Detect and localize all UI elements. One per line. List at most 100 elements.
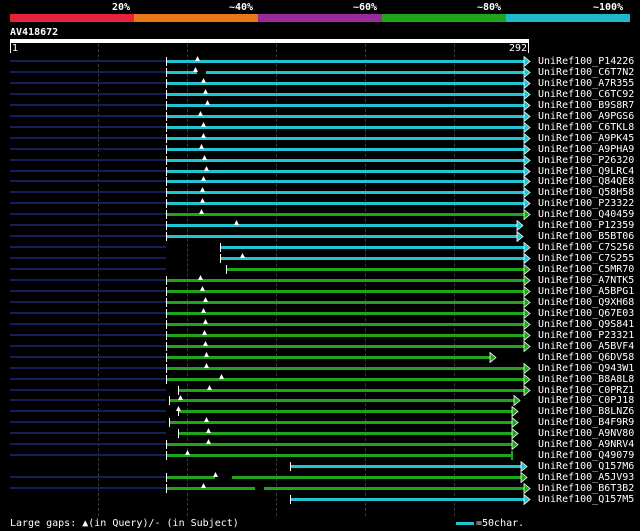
hit-bar[interactable] — [220, 257, 524, 260]
hit-row[interactable]: UniRef100_Q6DV58 — [0, 352, 640, 363]
hit-row[interactable]: UniRef100_A5BPG1 — [0, 286, 640, 297]
hit-label[interactable]: UniRef100_P12359 — [538, 220, 634, 231]
hit-bar[interactable] — [166, 82, 524, 85]
hit-bar[interactable] — [166, 115, 524, 118]
hit-label[interactable]: UniRef100_A7R355 — [538, 78, 634, 89]
hit-bar[interactable] — [166, 454, 511, 457]
hit-row[interactable]: UniRef100_Q84QE8 — [0, 176, 640, 187]
hit-row[interactable]: UniRef100_B4F9R9 — [0, 417, 640, 428]
hit-row[interactable]: UniRef100_P26320 — [0, 155, 640, 166]
hit-row[interactable]: UniRef100_C5MR70 — [0, 264, 640, 275]
hit-bar[interactable] — [178, 432, 512, 435]
hit-row[interactable]: UniRef100_B8A8L8 — [0, 374, 640, 385]
hit-row[interactable]: UniRef100_B9S8R7 — [0, 100, 640, 111]
hit-label[interactable]: UniRef100_A9NV80 — [538, 428, 634, 439]
hit-row[interactable]: UniRef100_A9PHA9 — [0, 144, 640, 155]
hit-bar[interactable] — [166, 235, 517, 238]
hit-row[interactable]: UniRef100_Q67E03 — [0, 308, 640, 319]
hit-bar[interactable] — [166, 137, 524, 140]
hit-row[interactable]: UniRef100_A7NTK5 — [0, 275, 640, 286]
hit-row[interactable]: UniRef100_A5JV93 — [0, 472, 640, 483]
hit-label[interactable]: UniRef100_A9PGS6 — [538, 111, 634, 122]
hit-row[interactable]: UniRef100_C0PJ18 — [0, 395, 640, 406]
hit-row[interactable]: UniRef100_C6TKL8 — [0, 122, 640, 133]
hit-row[interactable]: UniRef100_A5BVF4 — [0, 341, 640, 352]
hit-row[interactable]: UniRef100_B6T3B2 — [0, 483, 640, 494]
hit-bar[interactable] — [166, 126, 524, 129]
hit-bar[interactable] — [290, 465, 521, 468]
hit-bar[interactable] — [290, 498, 524, 501]
hit-row[interactable]: UniRef100_A9NRV4 — [0, 439, 640, 450]
hit-label[interactable]: UniRef100_Q157M6 — [538, 461, 634, 472]
hit-bar[interactable] — [166, 323, 524, 326]
hit-row[interactable]: UniRef100_Q943W1 — [0, 363, 640, 374]
hit-label[interactable]: UniRef100_P14226 — [538, 56, 634, 67]
hit-bar[interactable] — [166, 202, 524, 205]
hit-bar[interactable] — [166, 301, 524, 304]
hit-row[interactable]: UniRef100_C7S255 — [0, 253, 640, 264]
hit-bar[interactable] — [178, 389, 524, 392]
hit-bar[interactable] — [226, 268, 524, 271]
hit-label[interactable]: UniRef100_Q9S841 — [538, 319, 634, 330]
hit-row[interactable]: UniRef100_P23322 — [0, 198, 640, 209]
hit-label[interactable]: UniRef100_A9NRV4 — [538, 439, 634, 450]
hit-label[interactable]: UniRef100_P26320 — [538, 155, 634, 166]
hit-bar[interactable] — [166, 356, 490, 359]
hit-label[interactable]: UniRef100_C6TKL8 — [538, 122, 634, 133]
hit-bar[interactable] — [166, 104, 524, 107]
hit-label[interactable]: UniRef100_Q67E03 — [538, 308, 634, 319]
hit-label[interactable]: UniRef100_Q943W1 — [538, 363, 634, 374]
hit-label[interactable]: UniRef100_P23322 — [538, 198, 634, 209]
hit-label[interactable]: UniRef100_Q6DV58 — [538, 352, 634, 363]
hit-label[interactable]: UniRef100_A9PHA9 — [538, 144, 634, 155]
hit-bar[interactable] — [169, 399, 514, 402]
hit-row[interactable]: UniRef100_Q157M6 — [0, 461, 640, 472]
hit-row[interactable]: UniRef100_P14226 — [0, 56, 640, 67]
hit-row[interactable]: UniRef100_B8LNZ6 — [0, 406, 640, 417]
hit-label[interactable]: UniRef100_Q84QE8 — [538, 176, 634, 187]
hit-label[interactable]: UniRef100_C7S256 — [538, 242, 634, 253]
hit-row[interactable]: UniRef100_Q40459 — [0, 209, 640, 220]
hit-bar[interactable] — [166, 487, 524, 490]
hit-bar[interactable] — [166, 60, 524, 63]
hit-bar[interactable] — [166, 93, 524, 96]
hit-label[interactable]: UniRef100_B8A8L8 — [538, 374, 634, 385]
hit-label[interactable]: UniRef100_Q58H58 — [538, 187, 634, 198]
hit-label[interactable]: UniRef100_B8LNZ6 — [538, 406, 634, 417]
hit-label[interactable]: UniRef100_P23321 — [538, 330, 634, 341]
hit-label[interactable]: UniRef100_C6T7N2 — [538, 67, 634, 78]
hit-row[interactable]: UniRef100_Q9S841 — [0, 319, 640, 330]
hit-bar[interactable] — [169, 421, 512, 424]
hit-label[interactable]: UniRef100_Q9XH68 — [538, 297, 634, 308]
hit-row[interactable]: UniRef100_C6TC92 — [0, 89, 640, 100]
hit-bar[interactable] — [166, 180, 524, 183]
hit-label[interactable]: UniRef100_C6TC92 — [538, 89, 634, 100]
hit-label[interactable]: UniRef100_A5BPG1 — [538, 286, 634, 297]
hit-label[interactable]: UniRef100_Q49079 — [538, 450, 634, 461]
hit-label[interactable]: UniRef100_C7S255 — [538, 253, 634, 264]
hit-bar[interactable] — [166, 148, 524, 151]
hit-row[interactable]: UniRef100_A7R355 — [0, 78, 640, 89]
hit-bar[interactable] — [166, 290, 524, 293]
hit-row[interactable]: UniRef100_P23321 — [0, 330, 640, 341]
hit-label[interactable]: UniRef100_A7NTK5 — [538, 275, 634, 286]
hit-label[interactable]: UniRef100_C5MR70 — [538, 264, 634, 275]
hit-row[interactable]: UniRef100_A9NV80 — [0, 428, 640, 439]
hit-row[interactable]: UniRef100_B5BT06 — [0, 231, 640, 242]
hit-bar[interactable] — [166, 312, 524, 315]
hit-label[interactable]: UniRef100_C0PJ18 — [538, 395, 634, 406]
hit-bar[interactable] — [166, 191, 524, 194]
hit-row[interactable]: UniRef100_Q49079 — [0, 450, 640, 461]
hit-label[interactable]: UniRef100_B6T3B2 — [538, 483, 634, 494]
hit-bar[interactable] — [220, 246, 524, 249]
hit-label[interactable]: UniRef100_A9PK45 — [538, 133, 634, 144]
hit-row[interactable]: UniRef100_Q58H58 — [0, 187, 640, 198]
hit-label[interactable]: UniRef100_B9S8R7 — [538, 100, 634, 111]
hit-row[interactable]: UniRef100_A9PK45 — [0, 133, 640, 144]
hit-bar[interactable] — [166, 159, 524, 162]
hit-row[interactable]: UniRef100_Q9XH68 — [0, 297, 640, 308]
hit-bar[interactable] — [166, 224, 517, 227]
hit-label[interactable]: UniRef100_B4F9R9 — [538, 417, 634, 428]
hit-label[interactable]: UniRef100_Q157M5 — [538, 494, 634, 505]
hit-bar[interactable] — [166, 279, 524, 282]
